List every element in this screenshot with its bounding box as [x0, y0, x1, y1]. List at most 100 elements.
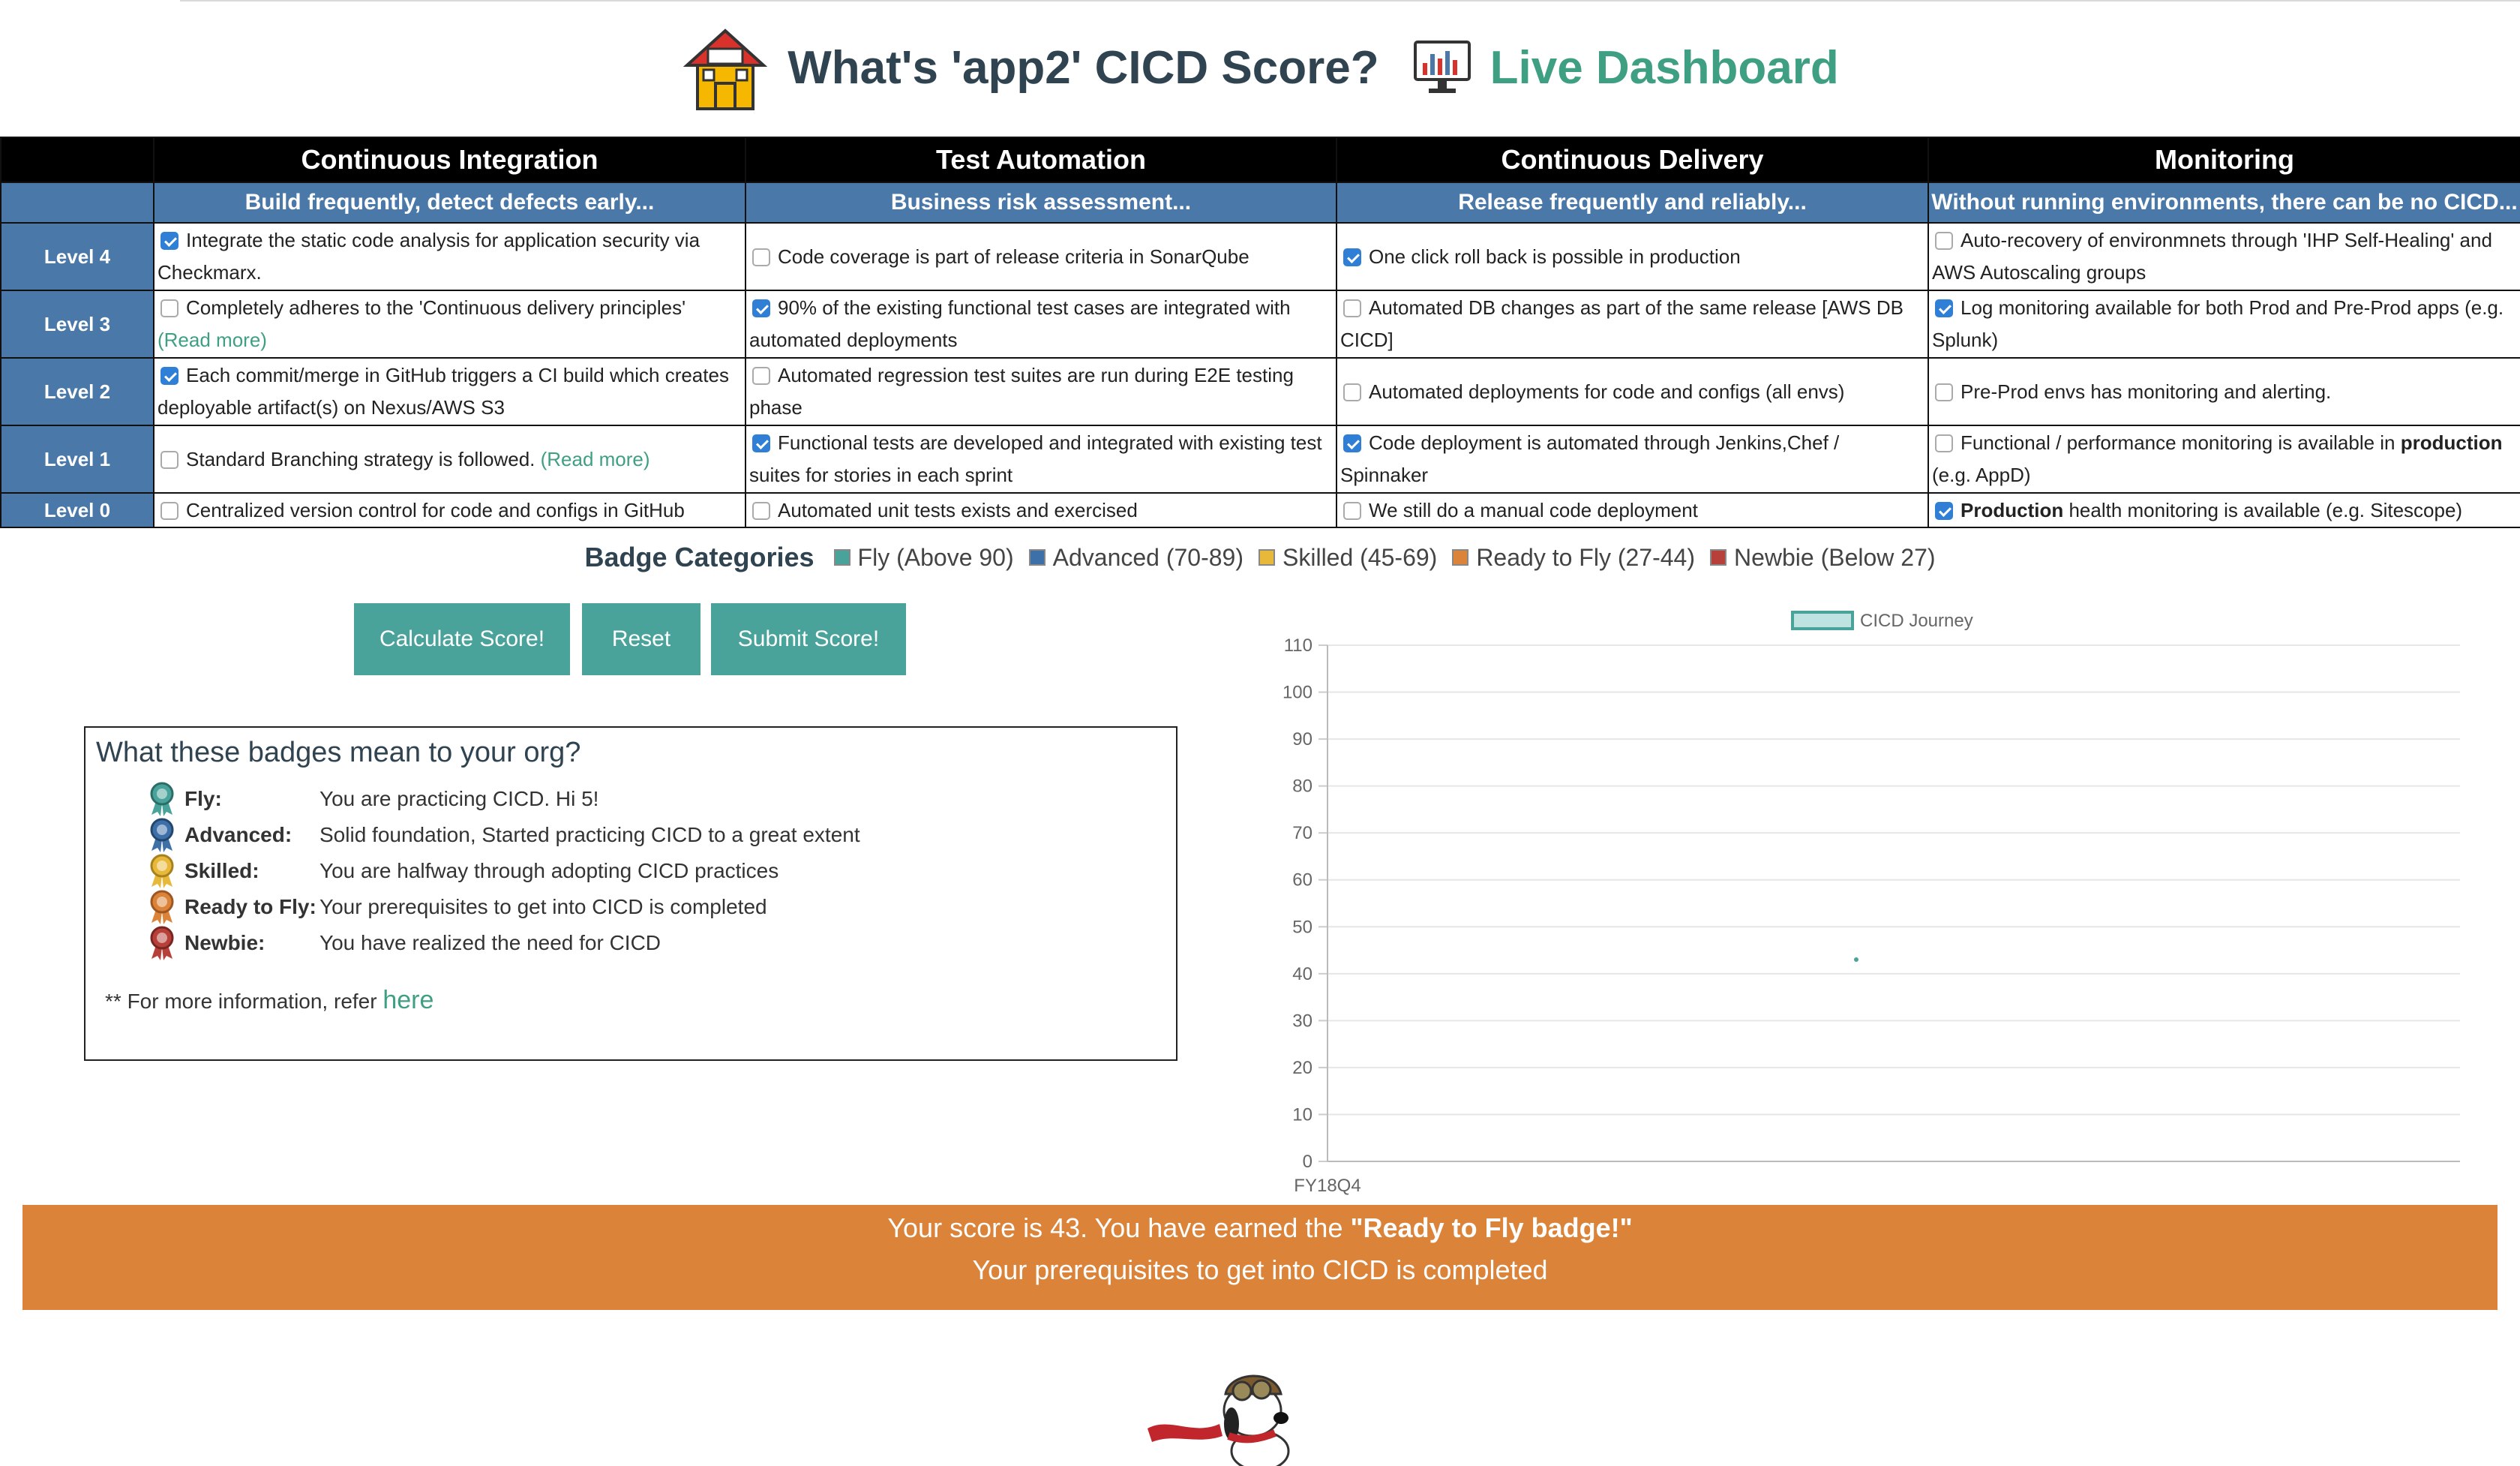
practice-checkbox[interactable]	[752, 299, 770, 317]
level-label: Level 4	[0, 222, 154, 291]
score-text: Your score is 43. You have earned the	[887, 1212, 1351, 1243]
more-info-text: ** For more information, refer here	[105, 986, 434, 1015]
level-label: Level 3	[0, 290, 154, 359]
practice-checkbox[interactable]	[1343, 383, 1361, 401]
legend-swatch	[1028, 549, 1046, 566]
more-info-prefix: ** For more information, refer	[105, 990, 383, 1013]
practice-text: Automated deployments for code and confi…	[1369, 380, 1845, 403]
practice-cell: Standard Branching strategy is followed.…	[153, 425, 746, 494]
practice-checkbox[interactable]	[1935, 383, 1953, 401]
chart-y-tick-label: 90	[1292, 729, 1312, 750]
badge-row: Advanced: Solid foundation, Started prac…	[148, 818, 860, 852]
chart-y-tick-label: 10	[1292, 1104, 1312, 1125]
category-header: Continuous Integration	[153, 137, 746, 183]
practice-cell: Functional tests are developed and integ…	[745, 425, 1337, 494]
practice-cell: Auto-recovery of environmnets through 'I…	[1928, 222, 2520, 291]
category-header: Continuous Delivery	[1336, 137, 1929, 183]
badge-row: Newbie: You have realized the need for C…	[148, 926, 661, 960]
score-result-line2: Your prerequisites to get into CICD is c…	[972, 1254, 1548, 1285]
practice-cell: One click roll back is possible in produ…	[1336, 222, 1929, 291]
practice-text: Log monitoring available for both Prod a…	[1932, 296, 2504, 351]
read-more-link[interactable]: (Read more)	[158, 329, 267, 351]
level-row: Level 4 Integrate the static code analys…	[0, 222, 2520, 291]
practice-cell: Automated deployments for code and confi…	[1336, 357, 1929, 426]
practice-cell: Production health monitoring is availabl…	[1928, 492, 2520, 528]
practice-cell: 90% of the existing functional test case…	[745, 290, 1337, 359]
badge-info-panel: What these badges mean to your org? Fly:…	[84, 726, 1178, 1061]
top-divider	[180, 0, 2520, 2]
page-header: What's 'app2' CICD Score? Live Dashboard	[0, 23, 2520, 113]
ribbon-badge-icon	[150, 926, 174, 960]
level-row: Level 2 Each commit/merge in GitHub trig…	[0, 357, 2520, 426]
more-info-link[interactable]: here	[382, 986, 434, 1014]
legend-label: Skilled (45-69)	[1282, 543, 1438, 571]
badge-info-title: What these badges mean to your org?	[96, 737, 581, 768]
practice-cell: We still do a manual code deployment	[1336, 492, 1929, 528]
practice-text: (e.g. AppD)	[1932, 464, 2031, 486]
submit-score-button[interactable]: Submit Score!	[711, 603, 906, 675]
practice-checkbox[interactable]	[160, 501, 178, 520]
practice-text: One click roll back is possible in produ…	[1369, 245, 1741, 268]
live-dashboard-link[interactable]: Live Dashboard	[1490, 41, 1839, 95]
badge-desc: Solid foundation, Started practicing CIC…	[320, 823, 860, 846]
ribbon-badge-icon	[150, 782, 174, 816]
practice-cell: Log monitoring available for both Prod a…	[1928, 290, 2520, 359]
badge-name: Skilled:	[184, 859, 260, 882]
ribbon-badge-icon	[150, 854, 174, 888]
cicd-journey-chart: CICD Journey 0 10 20 30 40 50 60 70 80 90 100 110 FY1…	[1282, 611, 2460, 1196]
badge-categories-legend: Badge Categories Fly (Above 90) Advanced…	[0, 542, 2520, 573]
legend-swatch	[1709, 549, 1726, 566]
calculate-score-button[interactable]: Calculate Score!	[354, 603, 570, 675]
practice-text-bold: production	[2400, 431, 2503, 454]
practice-cell: Pre-Prod envs has monitoring and alertin…	[1928, 357, 2520, 426]
house-icon	[683, 29, 768, 110]
dashboard-monitor-icon	[1413, 41, 1471, 93]
category-subtitle: Build frequently, detect defects early..…	[153, 182, 746, 224]
badge-name: Fly:	[184, 787, 222, 810]
chart-y-tick-label: 80	[1292, 777, 1312, 797]
practice-cell: Code deployment is automated through Jen…	[1336, 425, 1929, 494]
legend-item: Skilled (45-69)	[1258, 544, 1437, 572]
practice-checkbox[interactable]	[1935, 299, 1953, 317]
practice-text: Automated unit tests exists and exercise…	[778, 498, 1138, 521]
matrix-corner	[0, 137, 154, 183]
practice-checkbox[interactable]	[1343, 434, 1361, 452]
practice-checkbox[interactable]	[160, 367, 178, 385]
practice-checkbox[interactable]	[752, 248, 770, 266]
practice-checkbox[interactable]	[752, 501, 770, 520]
practice-checkbox[interactable]	[1935, 232, 1953, 250]
matrix-corner-sub	[0, 182, 154, 224]
legend-swatch	[1452, 549, 1469, 566]
practice-checkbox[interactable]	[1343, 501, 1361, 520]
chart-y-tick-label: 70	[1292, 823, 1312, 843]
practice-cell: Code coverage is part of release criteri…	[745, 222, 1337, 291]
chart-y-tick-label: 0	[1303, 1152, 1312, 1172]
category-subtitle: Without running environments, there can …	[1928, 182, 2520, 224]
chart-y-tick-label: 100	[1282, 683, 1312, 703]
badge-desc: You are practicing CICD. Hi 5!	[320, 787, 599, 810]
practice-checkbox[interactable]	[1343, 299, 1361, 317]
practice-checkbox[interactable]	[1935, 434, 1953, 452]
legend-swatch	[833, 549, 850, 566]
practice-checkbox[interactable]	[752, 434, 770, 452]
practice-checkbox[interactable]	[1935, 501, 1953, 520]
read-more-link[interactable]: (Read more)	[541, 448, 650, 470]
practice-text: Code coverage is part of release criteri…	[778, 245, 1250, 268]
score-result-line1: Your score is 43. You have earned the "R…	[22, 1212, 2498, 1244]
category-header: Monitoring	[1928, 137, 2520, 183]
practice-checkbox[interactable]	[752, 367, 770, 385]
level-row: Level 3 Completely adheres to the 'Conti…	[0, 290, 2520, 359]
practice-cell: Completely adheres to the 'Continuous de…	[153, 290, 746, 359]
practice-checkbox[interactable]	[160, 299, 178, 317]
practice-checkbox[interactable]	[160, 232, 178, 250]
cicd-maturity-matrix: Continuous Integration Test Automation C…	[0, 137, 2520, 528]
level-row: Level 0 Centralized version control for …	[0, 492, 2520, 528]
practice-checkbox[interactable]	[1343, 248, 1361, 266]
level-label: Level 0	[0, 492, 154, 528]
badge-desc: You have realized the need for CICD	[320, 931, 662, 954]
practice-checkbox[interactable]	[160, 450, 178, 469]
reset-button[interactable]: Reset	[582, 603, 700, 675]
practice-cell: Centralized version control for code and…	[153, 492, 746, 528]
badge-row: Skilled: You are halfway through adoptin…	[148, 854, 778, 888]
ribbon-badge-icon	[150, 818, 174, 852]
